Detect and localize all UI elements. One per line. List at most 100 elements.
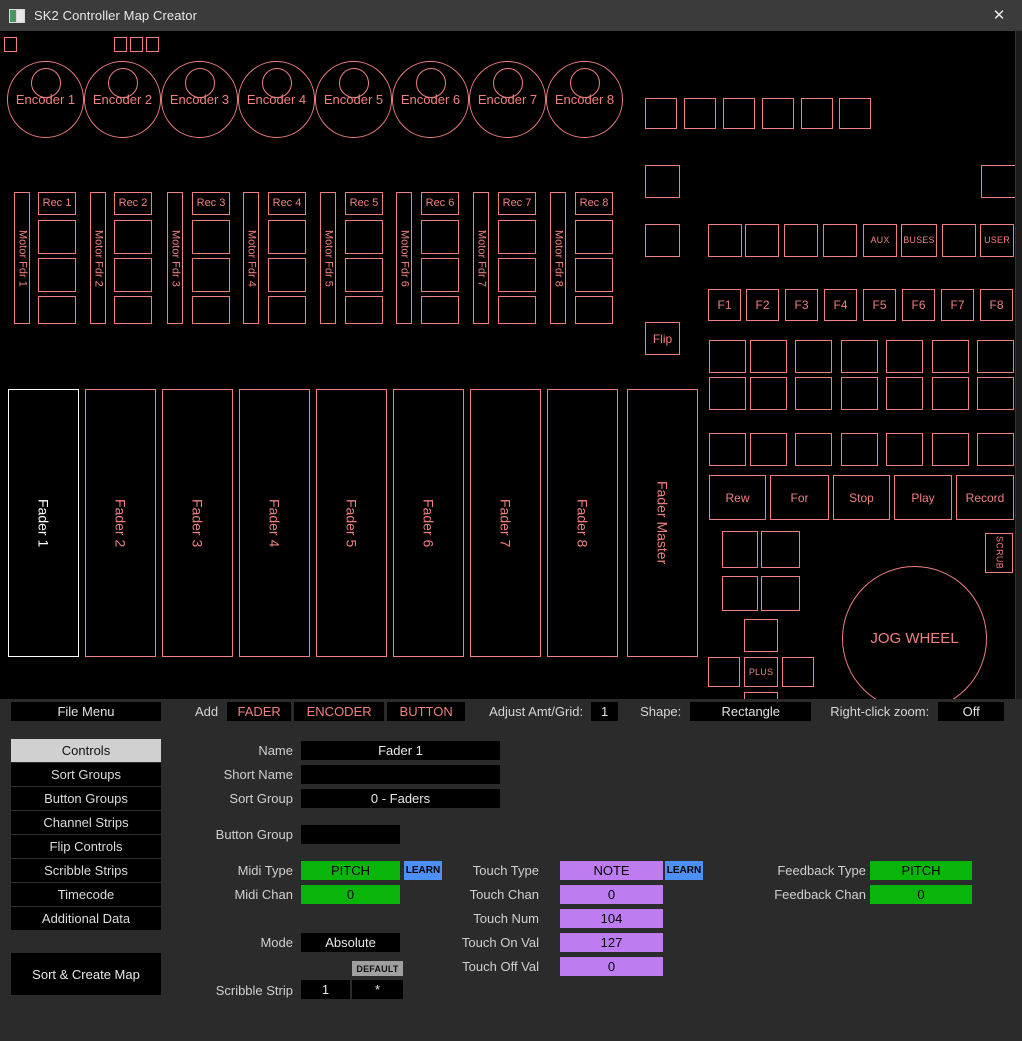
grid-b-button-6[interactable] (932, 377, 969, 410)
sidebar-item-flip-controls[interactable]: Flip Controls (11, 835, 161, 859)
function-key-f1[interactable]: F1 (708, 289, 741, 321)
dpad-down-button[interactable] (744, 692, 778, 699)
sort-group-field[interactable]: 0 - Faders (301, 789, 500, 808)
grid-c-button-7[interactable] (977, 433, 1014, 466)
nav-button-up-right[interactable] (761, 531, 800, 568)
strip-1-button-c[interactable] (38, 296, 76, 324)
strip-8-button-c[interactable] (575, 296, 613, 324)
grid-a-button-5[interactable] (886, 340, 923, 373)
rec-button-6[interactable]: Rec 6 (421, 192, 459, 215)
right-row3-button-left[interactable] (645, 224, 680, 257)
strip-3-button-a[interactable] (192, 220, 230, 254)
touch-off-val-field[interactable]: 0 (560, 957, 663, 976)
controller-canvas[interactable]: Encoder 1 Encoder 2 Encoder 3 Encoder 4 … (0, 31, 1022, 699)
scrub-button[interactable]: SCRUB (985, 533, 1013, 573)
strip-3-button-b[interactable] (192, 258, 230, 292)
right-row2-button-left[interactable] (645, 165, 680, 198)
grid-a-button-2[interactable] (750, 340, 787, 373)
strip-4-button-a[interactable] (268, 220, 306, 254)
rec-button-8[interactable]: Rec 8 (575, 192, 613, 215)
scribble-strip-row-field[interactable]: 1 (301, 980, 350, 999)
rec-button-1[interactable]: Rec 1 (38, 192, 76, 215)
grid-c-button-6[interactable] (932, 433, 969, 466)
strip-3-button-c[interactable] (192, 296, 230, 324)
file-menu-button[interactable]: File Menu (11, 702, 161, 721)
grid-b-button-1[interactable] (709, 377, 746, 410)
strip-1-button-a[interactable] (38, 220, 76, 254)
midi-chan-field[interactable]: 0 (301, 885, 400, 904)
fader-7[interactable]: Fader 7 (470, 389, 541, 657)
encoder-8[interactable]: Encoder 8 (546, 61, 623, 138)
flip-button[interactable]: Flip (645, 322, 680, 355)
grid-a-button-1[interactable] (709, 340, 746, 373)
midi-type-field[interactable]: PITCH (301, 861, 400, 880)
close-icon[interactable]: ✕ (976, 0, 1022, 31)
motor-fader-4[interactable]: Motor Fdr 4 (243, 192, 259, 324)
bank-button-4[interactable] (823, 224, 857, 257)
fader-1[interactable]: Fader 1 (8, 389, 79, 657)
sidebar-item-timecode[interactable]: Timecode (11, 883, 161, 907)
function-key-f5[interactable]: F5 (863, 289, 896, 321)
strip-7-button-b[interactable] (498, 258, 536, 292)
encoder-2[interactable]: Encoder 2 (84, 61, 161, 138)
canvas-button-tiny-1[interactable] (4, 37, 17, 52)
right-row2-button-right[interactable] (981, 165, 1016, 198)
fader-5[interactable]: Fader 5 (316, 389, 387, 657)
grid-c-button-1[interactable] (709, 433, 746, 466)
motor-fader-7[interactable]: Motor Fdr 7 (473, 192, 489, 324)
encoder-7[interactable]: Encoder 7 (469, 61, 546, 138)
motor-fader-1[interactable]: Motor Fdr 1 (14, 192, 30, 324)
fader-6[interactable]: Fader 6 (393, 389, 464, 657)
rec-button-4[interactable]: Rec 4 (268, 192, 306, 215)
strip-5-button-c[interactable] (345, 296, 383, 324)
grid-c-button-5[interactable] (886, 433, 923, 466)
grid-a-button-3[interactable] (795, 340, 832, 373)
function-key-f8[interactable]: F8 (980, 289, 1013, 321)
touch-num-field[interactable]: 104 (560, 909, 663, 928)
touch-chan-field[interactable]: 0 (560, 885, 663, 904)
right-top-button-4[interactable] (762, 98, 794, 129)
encoder-3[interactable]: Encoder 3 (161, 61, 238, 138)
grid-b-button-3[interactable] (795, 377, 832, 410)
dpad-left-button[interactable] (708, 657, 740, 687)
transport-record-button[interactable]: Record (956, 475, 1014, 520)
rec-button-5[interactable]: Rec 5 (345, 192, 383, 215)
bank-button-2[interactable] (745, 224, 779, 257)
touch-type-field[interactable]: NOTE (560, 861, 663, 880)
function-key-f7[interactable]: F7 (941, 289, 974, 321)
strip-5-button-a[interactable] (345, 220, 383, 254)
function-key-f4[interactable]: F4 (824, 289, 857, 321)
bank-button-1[interactable] (708, 224, 742, 257)
sidebar-item-additional-data[interactable]: Additional Data (11, 907, 161, 931)
strip-6-button-b[interactable] (421, 258, 459, 292)
fader-4[interactable]: Fader 4 (239, 389, 310, 657)
fader-8[interactable]: Fader 8 (547, 389, 618, 657)
grid-c-button-2[interactable] (750, 433, 787, 466)
right-top-button-2[interactable] (684, 98, 716, 129)
strip-7-button-a[interactable] (498, 220, 536, 254)
grid-a-button-4[interactable] (841, 340, 878, 373)
encoder-6[interactable]: Encoder 6 (392, 61, 469, 138)
bank-button-7[interactable] (942, 224, 976, 257)
grid-b-button-2[interactable] (750, 377, 787, 410)
shape-value[interactable]: Rectangle (690, 702, 812, 721)
grid-a-button-7[interactable] (977, 340, 1014, 373)
transport-stop-button[interactable]: Stop (833, 475, 890, 520)
motor-fader-8[interactable]: Motor Fdr 8 (550, 192, 566, 324)
scribble-strip-text-field[interactable]: * (352, 980, 403, 999)
right-top-button-3[interactable] (723, 98, 755, 129)
sidebar-item-scribble-strips[interactable]: Scribble Strips (11, 859, 161, 883)
dpad-right-button[interactable] (782, 657, 814, 687)
grid-c-button-4[interactable] (841, 433, 878, 466)
strip-6-button-a[interactable] (421, 220, 459, 254)
function-key-f2[interactable]: F2 (746, 289, 779, 321)
nav-button-up-left[interactable] (722, 531, 758, 568)
motor-fader-5[interactable]: Motor Fdr 5 (320, 192, 336, 324)
fader-3[interactable]: Fader 3 (162, 389, 233, 657)
touch-on-val-field[interactable]: 127 (560, 933, 663, 952)
encoder-1[interactable]: Encoder 1 (7, 61, 84, 138)
grid-a-button-6[interactable] (932, 340, 969, 373)
strip-2-button-a[interactable] (114, 220, 152, 254)
grid-b-button-7[interactable] (977, 377, 1014, 410)
canvas-button-tiny-3[interactable] (130, 37, 143, 52)
